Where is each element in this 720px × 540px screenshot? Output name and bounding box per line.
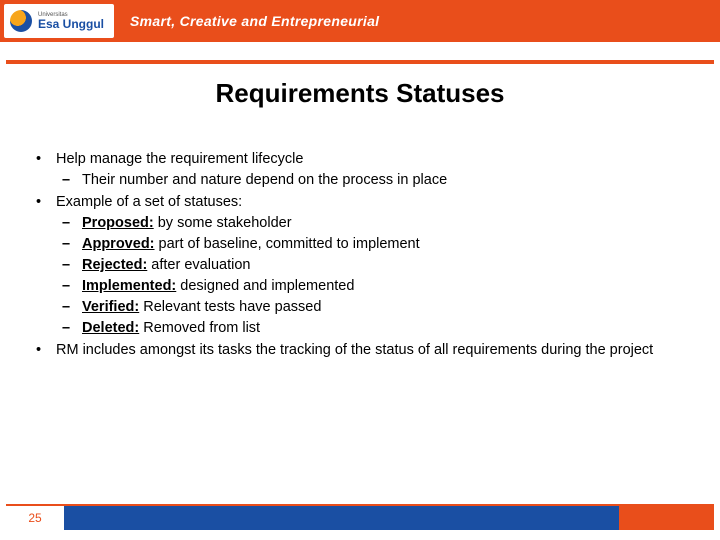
status-term: Deleted: xyxy=(82,320,139,336)
status-term: Verified: xyxy=(82,299,139,315)
footer: 25 xyxy=(0,504,720,530)
bullet-text: Example of a set of statuses: xyxy=(56,194,242,210)
divider xyxy=(6,60,714,64)
status-desc: Removed from list xyxy=(139,320,260,336)
status-item: Approved: part of baseline, committed to… xyxy=(56,234,690,255)
bullet-text: RM includes amongst its tasks the tracki… xyxy=(56,342,653,358)
status-term: Proposed: xyxy=(82,215,154,231)
status-desc: part of baseline, committed to implement xyxy=(155,236,420,252)
footer-bar: 25 xyxy=(6,506,714,530)
status-desc: Relevant tests have passed xyxy=(139,299,321,315)
university-logo: Universitas Esa Unggul xyxy=(4,4,114,38)
sub-bullet-text: Their number and nature depend on the pr… xyxy=(82,172,447,188)
logo-mark-icon xyxy=(10,10,32,32)
footer-orange-block xyxy=(619,506,714,530)
tagline: Smart, Creative and Entrepreneurial xyxy=(130,13,379,29)
status-term: Implemented: xyxy=(82,278,176,294)
status-term: Approved: xyxy=(82,236,155,252)
sub-bullet-item: Their number and nature depend on the pr… xyxy=(56,170,690,191)
status-desc: by some stakeholder xyxy=(154,215,292,231)
logo-main-label: Esa Unggul xyxy=(38,18,104,31)
slide-title: Requirements Statuses xyxy=(0,78,720,109)
bullet-item: Example of a set of statuses: Proposed: … xyxy=(30,192,690,339)
status-term: Rejected: xyxy=(82,257,147,273)
status-desc: after evaluation xyxy=(147,257,250,273)
page-number: 25 xyxy=(6,506,64,530)
status-item: Implemented: designed and implemented xyxy=(56,276,690,297)
bullet-item: RM includes amongst its tasks the tracki… xyxy=(30,340,690,361)
status-item: Proposed: by some stakeholder xyxy=(56,213,690,234)
status-desc: designed and implemented xyxy=(176,278,354,294)
status-item: Rejected: after evaluation xyxy=(56,255,690,276)
logo-text: Universitas Esa Unggul xyxy=(38,12,104,31)
header-bar: Universitas Esa Unggul Smart, Creative a… xyxy=(0,0,720,42)
slide-content: Help manage the requirement lifecycle Th… xyxy=(0,109,720,361)
status-item: Verified: Relevant tests have passed xyxy=(56,297,690,318)
status-item: Deleted: Removed from list xyxy=(56,318,690,339)
bullet-item: Help manage the requirement lifecycle Th… xyxy=(30,149,690,191)
footer-blue-bar xyxy=(64,506,619,530)
bullet-text: Help manage the requirement lifecycle xyxy=(56,151,303,167)
